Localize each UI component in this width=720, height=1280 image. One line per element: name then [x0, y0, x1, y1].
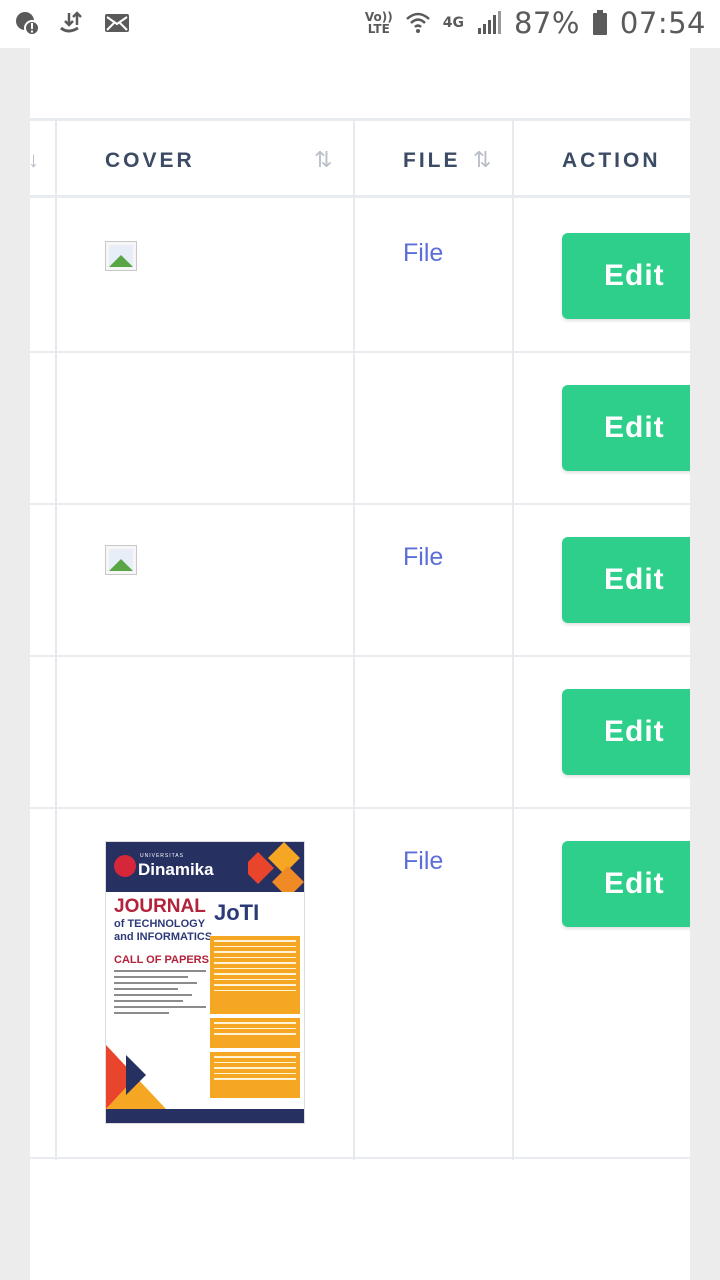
sort-icon[interactable]: ⇅ [473, 147, 491, 173]
signal-strength-icon [477, 11, 501, 34]
poster-footer [106, 1109, 304, 1123]
page-card: ↓ COVER ⇅ FILE ⇅ ACTION File Edit Edit F… [30, 48, 690, 1280]
column-header-action: ACTION [562, 149, 661, 172]
column-header-file[interactable]: FILE [403, 121, 461, 201]
email-icon [105, 14, 129, 32]
table-row: Edit [30, 353, 690, 505]
status-left-icons [14, 10, 130, 36]
column-header-cover[interactable]: COVER [105, 121, 195, 201]
table-row: Edit [30, 657, 690, 809]
data-transfer-icon [60, 11, 82, 33]
battery-percent: 87% [513, 6, 580, 40]
poster-call-of-papers: CALL OF PAPERS [114, 954, 209, 966]
broken-image-icon [105, 241, 137, 271]
status-bar: Vo)) LTE 4G 87% 07:54 [0, 0, 720, 48]
edit-button[interactable]: Edit [562, 689, 690, 775]
poster-contact-box [210, 1052, 300, 1098]
sort-icon[interactable]: ⇅ [314, 147, 332, 173]
file-link[interactable]: File [403, 847, 443, 876]
column-divider [353, 118, 355, 1160]
edit-button[interactable]: Edit [562, 537, 690, 623]
poster-subtitle: of TECHNOLOGY and INFORMATICS [114, 918, 213, 943]
journal-cover-image: UNIVERSITAS Dinamika JOURNAL of TECHNOLO… [105, 841, 305, 1124]
poster-info-box [210, 1018, 300, 1048]
poster-brand: Dinamika [138, 860, 214, 879]
status-right-icons: Vo)) LTE 4G 87% 07:54 [365, 6, 706, 40]
file-link[interactable]: File [403, 543, 443, 572]
poster-topics-box [210, 936, 300, 1014]
volte-indicator: Vo)) LTE [364, 10, 393, 36]
edit-button[interactable]: Edit [562, 841, 690, 927]
clock: 07:54 [619, 6, 706, 40]
edit-button[interactable]: Edit [562, 233, 690, 319]
decorative-triangles-icon [106, 1045, 166, 1109]
poster-joti-logo: JoTI [214, 900, 260, 925]
notification-alert-icon [16, 12, 40, 36]
network-type-label: 4G [442, 15, 464, 31]
broken-image-icon [105, 545, 137, 575]
poster-journal-title: JOURNAL [114, 896, 206, 917]
sort-down-icon[interactable]: ↓ [30, 147, 39, 173]
table-header: ↓ COVER ⇅ FILE ⇅ ACTION [30, 118, 690, 198]
poster-text-lines [114, 970, 206, 1018]
university-logo-icon [114, 855, 136, 877]
column-divider [55, 118, 57, 1160]
table-row: UNIVERSITAS Dinamika JOURNAL of TECHNOLO… [30, 809, 690, 1159]
battery-icon [592, 10, 607, 35]
poster-university: UNIVERSITAS [140, 853, 184, 859]
table-row: File Edit [30, 201, 690, 353]
wifi-icon [405, 12, 430, 33]
column-divider [512, 118, 514, 1160]
table-row: File Edit [30, 505, 690, 657]
edit-button[interactable]: Edit [562, 385, 690, 471]
decorative-diamonds-icon [248, 842, 304, 892]
file-link[interactable]: File [403, 239, 443, 268]
